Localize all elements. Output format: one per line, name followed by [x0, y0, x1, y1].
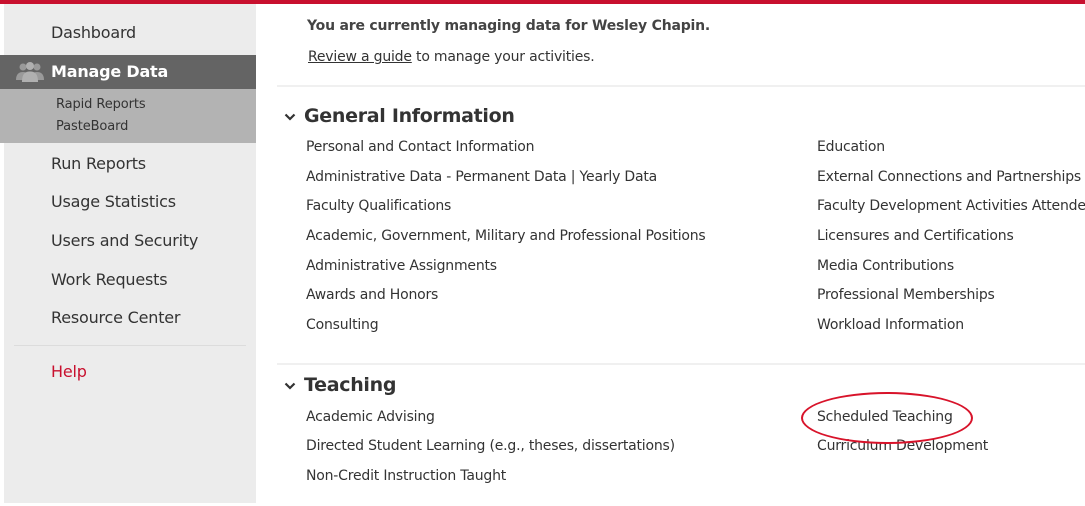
users-icon: [14, 62, 46, 82]
link-non-credit-instruction[interactable]: Non-Credit Instruction Taught: [306, 468, 506, 484]
link-faculty-development[interactable]: Faculty Development Activities Attended: [817, 198, 1085, 214]
sidebar-item-resource-center[interactable]: Resource Center: [51, 308, 181, 327]
section-divider: [277, 85, 1085, 87]
subnav-item-rapid-reports[interactable]: Rapid Reports: [56, 97, 146, 112]
guide-line: Review a guide to manage your activities…: [308, 49, 595, 65]
sidebar-item-usage-statistics[interactable]: Usage Statistics: [51, 192, 176, 211]
section-title: Teaching: [304, 374, 397, 396]
link-scheduled-teaching[interactable]: Scheduled Teaching: [817, 409, 953, 425]
sidebar-item-work-requests[interactable]: Work Requests: [51, 270, 168, 289]
link-awards-honors[interactable]: Awards and Honors: [306, 287, 438, 303]
link-personal-contact[interactable]: Personal and Contact Information: [306, 139, 535, 155]
link-external-connections[interactable]: External Connections and Partnerships: [817, 169, 1081, 185]
link-curriculum-development[interactable]: Curriculum Development: [817, 438, 988, 454]
section-divider: [277, 363, 1085, 365]
sidebar-item-manage-data[interactable]: Manage Data: [0, 55, 261, 89]
sidebar-item-help[interactable]: Help: [51, 362, 87, 381]
section-header-general-information[interactable]: General Information: [284, 105, 515, 127]
main-content: You are currently managing data for Wesl…: [256, 4, 1085, 506]
guide-text: to manage your activities.: [411, 49, 595, 65]
subnav-item-pasteboard[interactable]: PasteBoard: [56, 119, 128, 134]
managing-user-notice: You are currently managing data for Wesl…: [307, 18, 711, 34]
sidebar-subnav: Rapid Reports PasteBoard: [0, 89, 261, 143]
link-licensures[interactable]: Licensures and Certifications: [817, 228, 1014, 244]
link-administrative-assignments[interactable]: Administrative Assignments: [306, 258, 497, 274]
chevron-down-icon: [284, 113, 298, 121]
sidebar-item-dashboard[interactable]: Dashboard: [51, 23, 136, 42]
section-header-teaching[interactable]: Teaching: [284, 374, 396, 396]
link-workload-information[interactable]: Workload Information: [817, 317, 964, 333]
sidebar-item-users-and-security[interactable]: Users and Security: [51, 231, 198, 250]
chevron-down-icon: [284, 382, 298, 390]
link-education[interactable]: Education: [817, 139, 885, 155]
link-academic-advising[interactable]: Academic Advising: [306, 409, 435, 425]
link-administrative-data[interactable]: Administrative Data - Permanent Data | Y…: [306, 169, 657, 185]
sidebar: Dashboard Manage Data Rapid Reports Past…: [0, 4, 261, 503]
sidebar-item-run-reports[interactable]: Run Reports: [51, 154, 146, 173]
link-faculty-qualifications[interactable]: Faculty Qualifications: [306, 198, 451, 214]
sidebar-item-label: Manage Data: [51, 62, 169, 81]
link-directed-student-learning[interactable]: Directed Student Learning (e.g., theses,…: [306, 438, 675, 454]
link-media-contributions[interactable]: Media Contributions: [817, 258, 954, 274]
link-professional-memberships[interactable]: Professional Memberships: [817, 287, 995, 303]
review-guide-link[interactable]: Review a guide: [308, 49, 412, 65]
link-consulting[interactable]: Consulting: [306, 317, 379, 333]
sidebar-divider: [14, 345, 246, 346]
link-positions[interactable]: Academic, Government, Military and Profe…: [306, 228, 706, 244]
section-title: General Information: [304, 105, 515, 127]
